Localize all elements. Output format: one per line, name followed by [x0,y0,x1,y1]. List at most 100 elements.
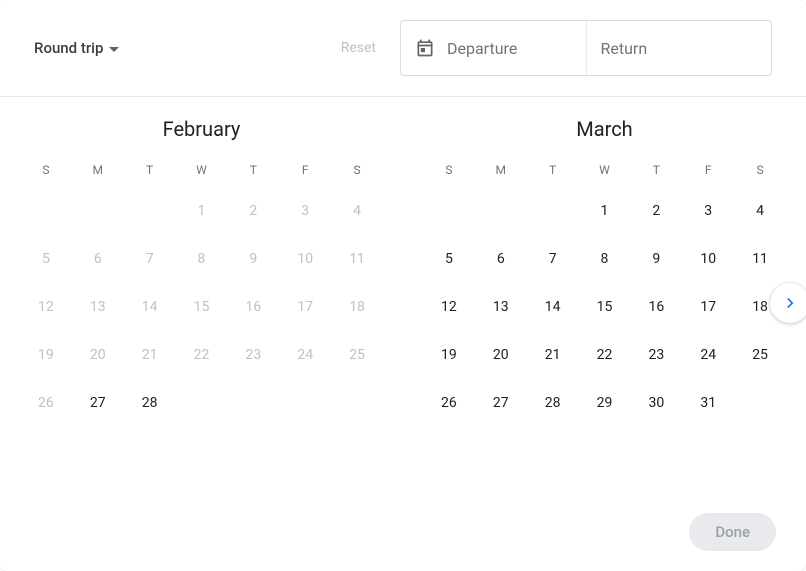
day-cell[interactable]: 2 [630,187,682,235]
weekday-label: T [227,157,279,187]
weekday-label: W [176,157,228,187]
day-cell: 6 [72,235,124,283]
day-cell: 15 [176,283,228,331]
day-cell: 20 [72,331,124,379]
day-cell[interactable]: 3 [682,187,734,235]
dialog-footer: Done [0,493,806,571]
return-placeholder: Return [601,39,648,58]
date-input-group: Departure Return [400,20,772,76]
weekday-label: S [734,157,786,187]
day-cell: 17 [279,283,331,331]
day-cell: 5 [20,235,72,283]
day-cell[interactable]: 31 [682,379,734,427]
day-cell: 8 [176,235,228,283]
next-month-button[interactable] [770,283,806,323]
day-cell[interactable]: 26 [423,379,475,427]
day-cell[interactable]: 27 [72,379,124,427]
day-cell: 3 [279,187,331,235]
day-empty [72,187,124,235]
weekday-label: F [279,157,331,187]
day-cell[interactable]: 19 [423,331,475,379]
day-cell: 9 [227,235,279,283]
day-cell: 26 [20,379,72,427]
day-empty [475,187,527,235]
day-empty [423,187,475,235]
day-cell[interactable]: 9 [630,235,682,283]
day-cell: 16 [227,283,279,331]
day-cell[interactable]: 16 [630,283,682,331]
departure-field[interactable]: Departure [401,21,586,75]
day-cell: 10 [279,235,331,283]
weekday-label: S [423,157,475,187]
day-cell[interactable]: 5 [423,235,475,283]
day-cell[interactable]: 8 [579,235,631,283]
weekday-label: W [579,157,631,187]
day-cell[interactable]: 23 [630,331,682,379]
day-cell[interactable]: 11 [734,235,786,283]
month-title: February [20,117,383,141]
month-title: March [423,117,786,141]
day-empty [527,187,579,235]
day-cell[interactable]: 28 [124,379,176,427]
day-cell: 7 [124,235,176,283]
days-grid: 1234567891011121314151617181920212223242… [20,187,383,427]
month-left: February SMTWTFS 12345678910111213141516… [20,117,383,427]
day-cell[interactable]: 25 [734,331,786,379]
day-empty [20,187,72,235]
reset-button: Reset [341,40,376,56]
return-field[interactable]: Return [586,21,772,75]
calendar-grid: February SMTWTFS 12345678910111213141516… [0,97,806,437]
day-cell: 23 [227,331,279,379]
month-right: March SMTWTFS 12345678910111213141516171… [423,117,786,427]
day-cell[interactable]: 15 [579,283,631,331]
weekday-label: T [630,157,682,187]
day-cell: 18 [331,283,383,331]
day-cell: 11 [331,235,383,283]
day-cell: 13 [72,283,124,331]
weekday-label: T [527,157,579,187]
weekday-row: SMTWTFS [423,157,786,187]
day-cell[interactable]: 29 [579,379,631,427]
dialog-header: Round trip Reset Departure Return [0,0,806,96]
day-cell[interactable]: 14 [527,283,579,331]
day-cell[interactable]: 13 [475,283,527,331]
day-cell[interactable]: 22 [579,331,631,379]
day-cell: 24 [279,331,331,379]
day-cell: 14 [124,283,176,331]
day-cell: 25 [331,331,383,379]
day-cell: 19 [20,331,72,379]
date-picker-dialog: Round trip Reset Departure Return Februa… [0,0,806,571]
weekday-label: F [682,157,734,187]
day-cell: 21 [124,331,176,379]
weekday-label: M [72,157,124,187]
day-cell: 22 [176,331,228,379]
day-cell[interactable]: 27 [475,379,527,427]
day-cell[interactable]: 20 [475,331,527,379]
weekday-label: T [124,157,176,187]
day-cell[interactable]: 21 [527,331,579,379]
day-cell: 4 [331,187,383,235]
chevron-down-icon [109,47,119,52]
done-button: Done [689,513,776,551]
weekday-label: S [331,157,383,187]
day-cell[interactable]: 6 [475,235,527,283]
chevron-right-icon [781,294,799,312]
day-cell: 1 [176,187,228,235]
weekday-label: S [20,157,72,187]
day-cell[interactable]: 1 [579,187,631,235]
weekday-label: M [475,157,527,187]
trip-type-select[interactable]: Round trip [34,39,119,57]
day-cell[interactable]: 30 [630,379,682,427]
day-empty [124,187,176,235]
day-cell[interactable]: 24 [682,331,734,379]
day-cell: 2 [227,187,279,235]
trip-type-label: Round trip [34,39,103,57]
day-cell[interactable]: 28 [527,379,579,427]
day-cell[interactable]: 10 [682,235,734,283]
calendar-icon [415,38,435,58]
day-cell[interactable]: 17 [682,283,734,331]
day-cell[interactable]: 7 [527,235,579,283]
days-grid: 1234567891011121314151617181920212223242… [423,187,786,427]
day-cell[interactable]: 4 [734,187,786,235]
day-cell[interactable]: 12 [423,283,475,331]
